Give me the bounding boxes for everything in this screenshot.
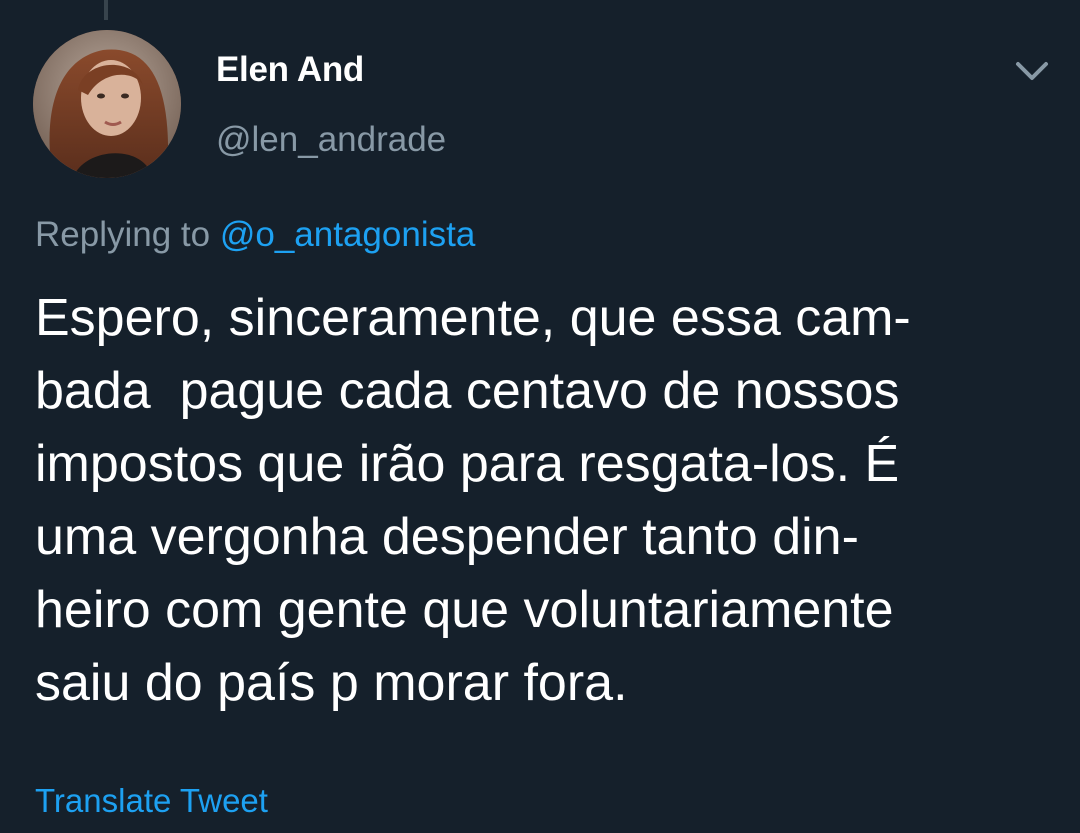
chevron-down-icon[interactable]: [1012, 56, 1052, 86]
avatar[interactable]: [33, 30, 181, 178]
replying-to-label: Replying to: [35, 215, 211, 254]
author-display-name[interactable]: Elen And: [216, 50, 364, 90]
tweet-text-line: bada pague cada centavo de nossos: [35, 362, 900, 420]
tweet-text-line: uma vergonha despender tanto din-: [35, 508, 859, 566]
author-handle[interactable]: @len_andrade: [216, 120, 446, 160]
translate-tweet-link[interactable]: Translate Tweet: [35, 782, 268, 820]
reply-mention-link[interactable]: @o_antagonista: [220, 215, 475, 254]
tweet-text-line: saiu do país p morar fora.: [35, 654, 628, 712]
thread-connector-line: [104, 0, 108, 20]
tweet-text-line: impostos que irão para resgata-los. É: [35, 435, 900, 493]
replying-to-line: Replying to @o_antagonista: [35, 215, 475, 255]
tweet-text-line: Espero, sinceramente, que essa cam-: [35, 289, 911, 347]
tweet-text: Espero, sinceramente, que essa cam- bada…: [35, 282, 1065, 720]
avatar-photo: [33, 30, 181, 178]
tweet-text-line: heiro com gente que voluntariamente: [35, 581, 894, 639]
